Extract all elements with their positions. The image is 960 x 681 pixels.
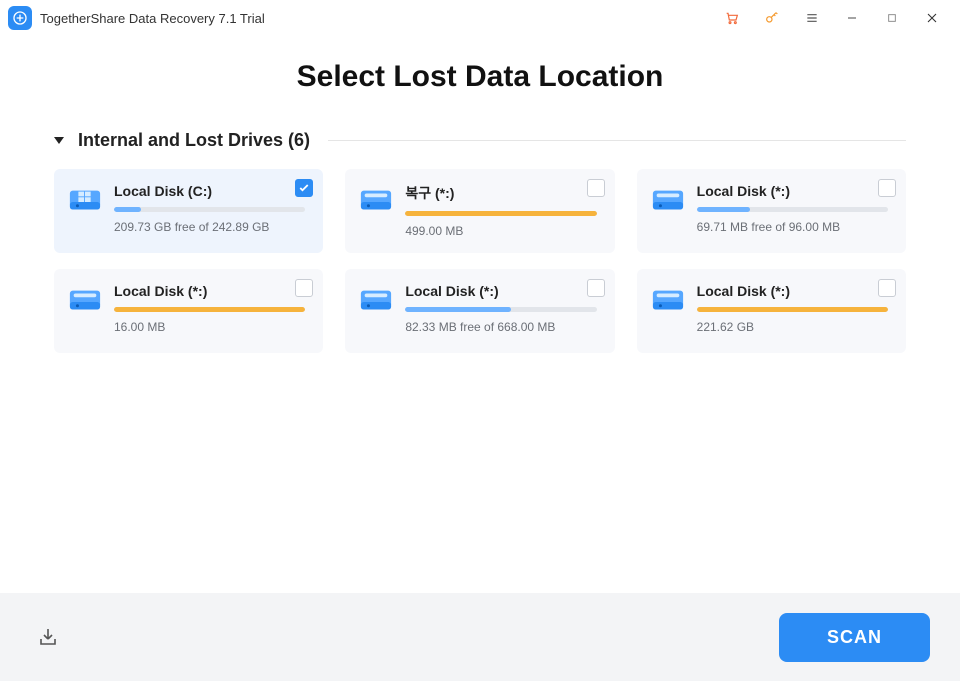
usage-bar [697, 207, 888, 212]
drive-card[interactable]: Local Disk (*:) 82.33 MB free of 668.00 … [345, 269, 614, 353]
drive-checkbox[interactable] [587, 279, 605, 297]
drive-sub: 221.62 GB [697, 320, 888, 334]
app-logo-icon [8, 6, 32, 30]
drive-sub: 499.00 MB [405, 224, 596, 238]
minimize-button[interactable] [832, 0, 872, 36]
import-button[interactable] [30, 619, 66, 655]
disk-icon [359, 285, 393, 339]
usage-bar [405, 307, 596, 312]
title-bar: TogetherShare Data Recovery 7.1 Trial [0, 0, 960, 36]
drive-grid: Local Disk (C:) 209.73 GB free of 242.89… [54, 169, 906, 353]
collapse-triangle-icon [54, 137, 64, 144]
usage-bar [114, 207, 305, 212]
page-title: Select Lost Data Location [54, 60, 906, 94]
disk-icon [359, 185, 393, 239]
disk-icon [68, 285, 102, 339]
drive-name: 복구 (*:) [405, 183, 596, 203]
scan-button[interactable]: SCAN [779, 613, 930, 662]
drive-checkbox[interactable] [878, 179, 896, 197]
drive-name: Local Disk (*:) [697, 183, 888, 199]
drive-checkbox[interactable] [587, 179, 605, 197]
drive-sub: 209.73 GB free of 242.89 GB [114, 220, 305, 234]
disk-icon [651, 285, 685, 339]
main-content: Select Lost Data Location Internal and L… [0, 36, 960, 593]
close-button[interactable] [912, 0, 952, 36]
drive-card[interactable]: Local Disk (*:) 16.00 MB [54, 269, 323, 353]
section-label: Internal and Lost Drives (6) [78, 130, 310, 151]
usage-bar [405, 211, 596, 216]
drive-card[interactable]: Local Disk (C:) 209.73 GB free of 242.89… [54, 169, 323, 253]
drive-sub: 16.00 MB [114, 320, 305, 334]
key-icon[interactable] [752, 0, 792, 36]
app-title: TogetherShare Data Recovery 7.1 Trial [40, 11, 265, 26]
drive-sub: 69.71 MB free of 96.00 MB [697, 220, 888, 234]
drive-checkbox[interactable] [295, 279, 313, 297]
drive-name: Local Disk (*:) [405, 283, 596, 299]
usage-bar [114, 307, 305, 312]
section-divider [328, 140, 906, 141]
maximize-button[interactable] [872, 0, 912, 36]
menu-icon[interactable] [792, 0, 832, 36]
section-header[interactable]: Internal and Lost Drives (6) [54, 130, 906, 151]
drive-name: Local Disk (*:) [697, 283, 888, 299]
drive-checkbox[interactable] [878, 279, 896, 297]
disk-icon [651, 185, 685, 239]
drive-name: Local Disk (*:) [114, 283, 305, 299]
drive-card[interactable]: 복구 (*:) 499.00 MB [345, 169, 614, 253]
drive-card[interactable]: Local Disk (*:) 69.71 MB free of 96.00 M… [637, 169, 906, 253]
drive-name: Local Disk (C:) [114, 183, 305, 199]
drive-checkbox[interactable] [295, 179, 313, 197]
cart-icon[interactable] [712, 0, 752, 36]
usage-bar [697, 307, 888, 312]
disk-icon [68, 185, 102, 239]
drive-card[interactable]: Local Disk (*:) 221.62 GB [637, 269, 906, 353]
footer-bar: SCAN [0, 593, 960, 681]
drive-sub: 82.33 MB free of 668.00 MB [405, 320, 596, 334]
